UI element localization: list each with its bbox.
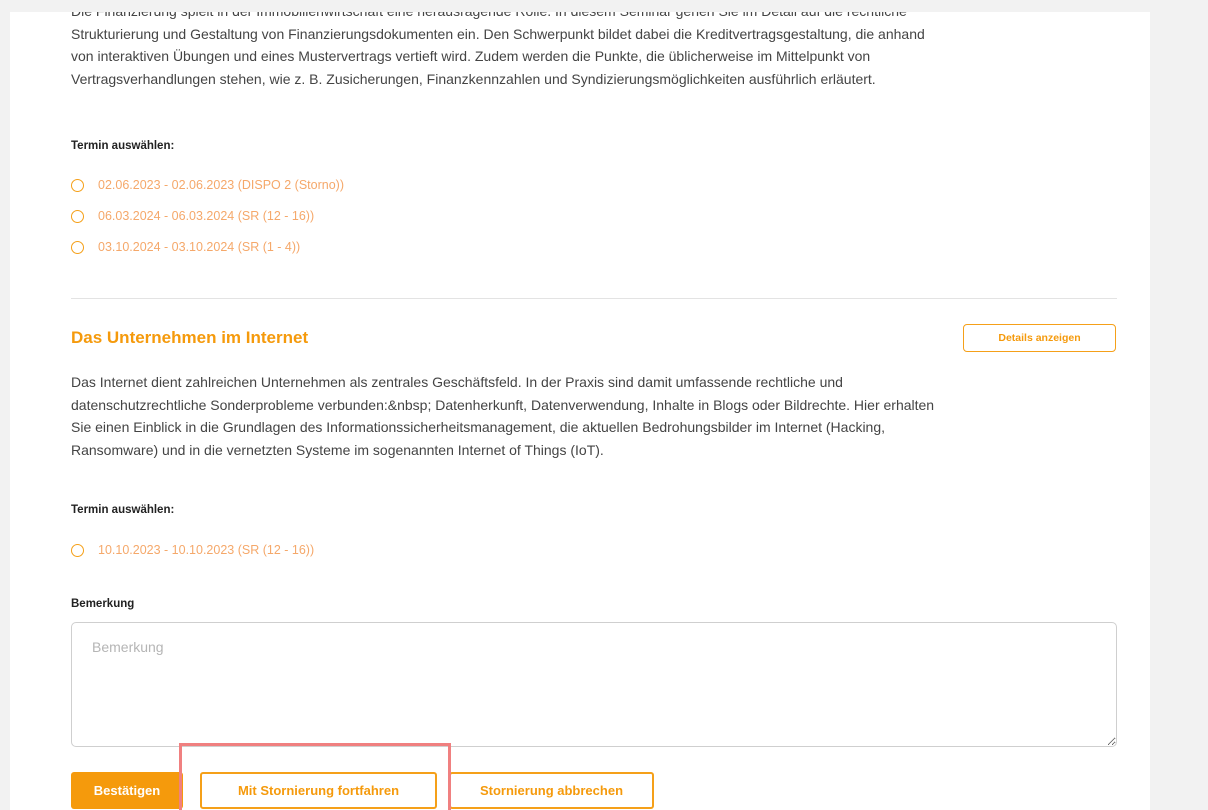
date-option[interactable]: 03.10.2024 - 03.10.2024 (SR (1 - 4)) — [71, 236, 300, 258]
date-option-label: 02.06.2023 - 02.06.2023 (DISPO 2 (Storno… — [98, 178, 344, 192]
date-option[interactable]: 10.10.2023 - 10.10.2023 (SR (12 - 16)) — [71, 539, 314, 561]
continue-cancellation-button[interactable]: Mit Stornierung fortfahren — [200, 772, 437, 809]
remark-label: Bemerkung — [71, 598, 135, 610]
main-panel: Die Finanzierung spielt in der Immobilie… — [10, 12, 1150, 810]
seminar-title: Das Unternehmen im Internet — [71, 328, 309, 347]
radio-button[interactable] — [71, 240, 84, 254]
abort-cancellation-button[interactable]: Stornierung abbrechen — [449, 772, 654, 809]
seminar-description: Die Finanzierung spielt in der Immobilie… — [71, 12, 925, 87]
termin-label: Termin auswählen: — [71, 140, 175, 152]
date-option[interactable]: 02.06.2023 - 02.06.2023 (DISPO 2 (Storno… — [71, 174, 344, 196]
radio-button[interactable] — [71, 543, 84, 557]
date-option-label: 06.03.2024 - 06.03.2024 (SR (12 - 16)) — [98, 209, 315, 223]
date-option-label: 10.10.2023 - 10.10.2023 (SR (12 - 16)) — [98, 543, 315, 557]
confirm-button[interactable]: Bestätigen — [71, 772, 183, 809]
radio-button[interactable] — [71, 209, 84, 223]
section-divider — [71, 298, 1117, 299]
date-option[interactable]: 06.03.2024 - 06.03.2024 (SR (12 - 16)) — [71, 205, 314, 227]
termin-label: Termin auswählen: — [71, 504, 175, 516]
details-button[interactable]: Details anzeigen — [963, 324, 1116, 352]
seminar-description: Das Internet dient zahlreichen Unternehm… — [71, 374, 935, 458]
radio-button[interactable] — [71, 178, 84, 192]
date-option-label: 03.10.2024 - 03.10.2024 (SR (1 - 4)) — [98, 240, 301, 254]
remark-textarea[interactable] — [71, 622, 1117, 747]
